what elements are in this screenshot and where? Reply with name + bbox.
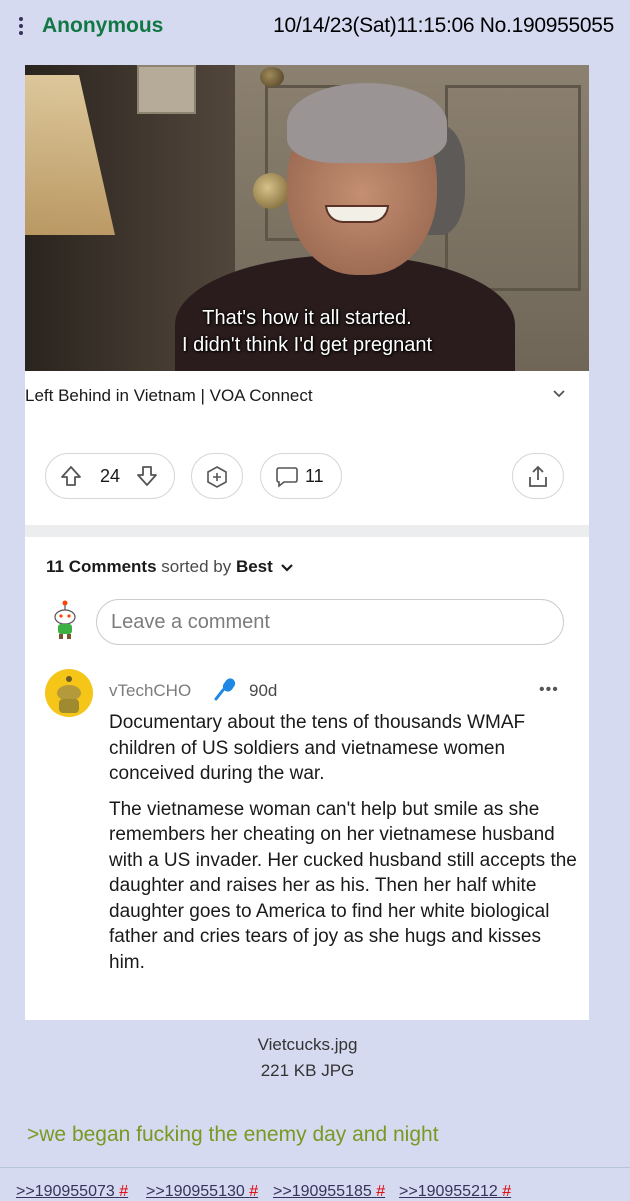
door-knob bbox=[253, 173, 289, 209]
comment-age: 90d bbox=[249, 681, 278, 700]
vote-count: 24 bbox=[100, 466, 121, 486]
backlinks: >>190955073 # >>190955130 # >>190955185 … bbox=[0, 1167, 630, 1200]
video-title[interactable]: Left Behind in Vietnam | VOA Connect bbox=[25, 386, 313, 406]
file-info: Vietcucks.jpg 221 KB JPG bbox=[0, 1032, 615, 1084]
video-subtitle: That's how it all started. I didn't thin… bbox=[25, 305, 589, 359]
backlink[interactable]: >>190955212 # bbox=[399, 1183, 511, 1201]
file-size: 221 KB JPG bbox=[260, 1061, 355, 1080]
post-meta: 10/14/23(Sat)11:15:06 No.190955055 bbox=[273, 14, 614, 38]
attached-image[interactable]: That's how it all started. I didn't thin… bbox=[25, 65, 589, 1020]
light-switch bbox=[137, 65, 196, 114]
vote-control: 24 bbox=[45, 453, 175, 499]
woman-hair bbox=[287, 83, 447, 163]
downvote-icon[interactable] bbox=[136, 465, 158, 487]
comment-count: 11 bbox=[305, 466, 324, 486]
sort-value[interactable]: Best bbox=[236, 557, 273, 576]
mic-icon bbox=[214, 678, 236, 701]
comments-button[interactable]: 11 bbox=[260, 453, 342, 499]
subtitle-line-1: That's how it all started. bbox=[202, 307, 412, 329]
more-options-icon[interactable]: ••• bbox=[539, 681, 559, 699]
video-thumbnail[interactable]: That's how it all started. I didn't thin… bbox=[25, 65, 589, 371]
comment-paragraph-2: The vietnamese woman can't help but smil… bbox=[109, 798, 577, 973]
comment-paragraph-1: Documentary about the tens of thousands … bbox=[109, 712, 526, 784]
poster-name: Anonymous bbox=[42, 14, 164, 37]
post: Anonymous 10/14/23(Sat)11:15:06 No.19095… bbox=[0, 0, 630, 1200]
avatar-snoo-icon bbox=[57, 676, 81, 713]
avatar[interactable] bbox=[45, 669, 93, 717]
share-button[interactable] bbox=[512, 453, 564, 499]
chevron-down-icon[interactable] bbox=[552, 387, 566, 401]
backlink[interactable]: >>190955073 # bbox=[16, 1183, 128, 1201]
share-icon bbox=[529, 465, 547, 487]
comment-username[interactable]: vTechCHO bbox=[109, 681, 191, 701]
post-datetime: 10/14/23(Sat)11:15:06 bbox=[273, 14, 475, 37]
leave-comment-input[interactable]: Leave a comment bbox=[96, 599, 564, 645]
action-bar: 24 11 bbox=[25, 453, 589, 509]
post-number[interactable]: No.190955055 bbox=[480, 14, 615, 37]
award-icon bbox=[207, 466, 227, 488]
menu-dots-icon[interactable] bbox=[16, 14, 26, 40]
greentext: >we began fucking the enemy day and nigh… bbox=[27, 1123, 439, 1146]
comment-sort-bar[interactable]: 11 Comments sorted by Best bbox=[46, 557, 294, 577]
chevron-down-icon[interactable] bbox=[280, 562, 294, 574]
upvote-icon[interactable] bbox=[60, 465, 82, 487]
post-header: Anonymous 10/14/23(Sat)11:15:06 No.19095… bbox=[0, 0, 630, 56]
subtitle-line-2: I didn't think I'd get pregnant bbox=[181, 334, 433, 356]
file-name[interactable]: Vietcucks.jpg bbox=[0, 1032, 615, 1058]
leave-comment-placeholder: Leave a comment bbox=[111, 611, 270, 633]
comment-body: Documentary about the tens of thousands … bbox=[109, 710, 579, 985]
comment-total: 11 Comments bbox=[46, 557, 157, 576]
award-button[interactable] bbox=[191, 453, 243, 499]
lamp bbox=[25, 75, 115, 235]
backlink[interactable]: >>190955130 # bbox=[146, 1183, 258, 1201]
sorted-by-label: sorted by bbox=[161, 557, 232, 576]
comment-icon bbox=[276, 467, 298, 488]
divider bbox=[25, 525, 589, 537]
snoo-icon bbox=[54, 600, 76, 639]
backlink[interactable]: >>190955185 # bbox=[273, 1183, 385, 1201]
